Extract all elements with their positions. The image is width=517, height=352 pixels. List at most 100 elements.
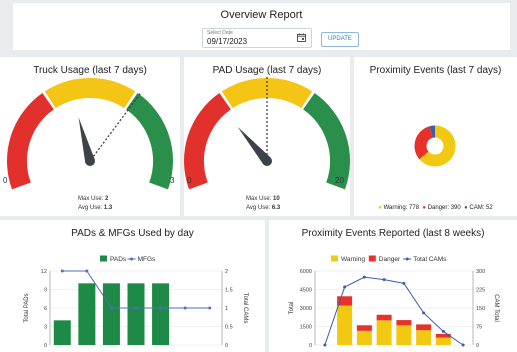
bar-pads — [78, 283, 96, 345]
report-header: Overview Report Select Date 09/17/2023 U… — [13, 3, 510, 50]
bar-pads — [152, 283, 170, 345]
bar-warning — [376, 320, 392, 345]
line-point — [208, 306, 212, 310]
y2-tick-label: 150 — [476, 306, 485, 312]
y2-axis-title: Total CAMs — [242, 293, 248, 324]
proximity-events-donut — [414, 125, 456, 167]
legend-swatch — [368, 255, 376, 262]
proximity-legend: ● Warning: 778 ● Danger: 390 ● CAM: 52 — [354, 205, 517, 211]
legend-label: Total CAMs — [413, 256, 447, 263]
pad-avg-use: Avg Use: 6.3 — [246, 205, 281, 211]
calendar-icon[interactable] — [297, 33, 306, 42]
y-tick-label: 3 — [44, 325, 47, 331]
bar-warning — [356, 330, 372, 345]
legend-swatch — [100, 255, 107, 262]
bar-warning — [416, 330, 432, 345]
y-axis-title: Total — [289, 302, 295, 315]
gauge-segment-2 — [302, 93, 350, 190]
line-point — [343, 285, 347, 289]
truck-avg-use: Avg Use: 1.3 — [78, 205, 113, 211]
line-point — [60, 269, 64, 273]
gauge-needle-hub — [262, 156, 272, 166]
y-tick-label: 1500 — [300, 325, 312, 331]
pad-max-use: Max Use: 10 — [246, 196, 280, 202]
date-field-label: Select Date — [207, 30, 233, 36]
pads-mfgs-chart: 03691200.511.52Total PADsTotal CAMsDaysP… — [24, 255, 248, 349]
y2-tick-label: 1 — [225, 306, 228, 312]
y-tick-label: 0 — [309, 343, 312, 349]
pad-gauge-max-label: 20 — [335, 176, 344, 185]
date-field-value[interactable]: 09/17/2023 — [207, 37, 247, 46]
line-point — [159, 306, 163, 310]
line-point — [402, 281, 406, 285]
bar-danger — [396, 320, 412, 326]
legend-swatch — [331, 255, 338, 262]
y-tick-label: 6000 — [300, 269, 312, 275]
gauge-needle-hub — [85, 156, 95, 166]
truck-usage-gauge — [7, 78, 173, 190]
y2-tick-label: 0.5 — [225, 325, 233, 331]
bar-danger — [356, 325, 372, 331]
gauge-segment-2 — [125, 93, 173, 190]
line-point — [362, 275, 366, 279]
truck-gauge-min-label: 0 — [3, 176, 8, 185]
y-tick-label: 6 — [44, 306, 47, 312]
bar-pads — [127, 283, 145, 345]
y2-tick-label: 225 — [476, 288, 485, 294]
bar-warning — [435, 337, 451, 345]
y-tick-label: 3000 — [300, 306, 312, 312]
pad-usage-gauge — [184, 76, 350, 190]
y2-tick-label: 0 — [476, 343, 479, 349]
y2-tick-label: 2 — [225, 269, 228, 275]
legend-label: Warning — [341, 256, 365, 263]
bar-pads — [53, 320, 71, 345]
truck-usage-card: Truck Usage (last 7 days) 0 3 Max Use: 2… — [0, 57, 180, 216]
pad-usage-card: PAD Usage (last 7 days) 0 20 Max Use: 10… — [184, 57, 350, 216]
y2-tick-label: 75 — [476, 325, 482, 331]
line-point — [85, 269, 89, 273]
bar-warning — [396, 325, 412, 345]
line-point — [134, 306, 138, 310]
line-point — [422, 311, 426, 315]
line-point — [441, 329, 445, 333]
line-point — [461, 343, 465, 347]
update-button[interactable]: UPDATE — [321, 32, 359, 47]
bar-danger — [416, 324, 432, 331]
donut-slice-2 — [429, 125, 436, 138]
gauge-needle — [78, 117, 95, 163]
donut-slice-1 — [414, 126, 434, 160]
y2-tick-label: 300 — [476, 269, 485, 275]
y2-axis-title: CAM Total — [493, 294, 499, 322]
line-point — [183, 306, 187, 310]
gauge-segment-1 — [44, 78, 136, 109]
y-tick-label: 4500 — [300, 288, 312, 294]
weekly-events-card: Proximity Events Reported (last 8 weeks)… — [269, 220, 517, 352]
proximity-events-card: Proximity Events (last 7 days) ● Warning… — [354, 57, 517, 216]
weekly-events-chart: 0 1500 3000 4500 6000 0 75 150 225 300 Total CAM To… — [289, 255, 499, 349]
y-tick-label: 0 — [44, 343, 47, 349]
legend-label: Danger — [379, 256, 401, 263]
y-tick-label: 9 — [44, 288, 47, 294]
bar-pads — [102, 283, 120, 345]
y2-tick-label: 0 — [225, 343, 228, 349]
line-point — [109, 306, 113, 310]
date-field[interactable]: Select Date 09/17/2023 — [202, 28, 312, 48]
legend-swatch-dot — [405, 257, 409, 261]
y-axis-title: Total PADs — [24, 293, 30, 322]
gauge-segment-0 — [184, 93, 232, 190]
legend-swatch-dot — [130, 257, 134, 261]
bar-warning — [337, 305, 353, 345]
legend-warning: ● Warning: 778 — [378, 205, 420, 211]
page-title: Overview Report — [220, 9, 303, 21]
truck-max-use: Max Use: 2 — [78, 196, 109, 202]
legend-label: PADs — [110, 256, 127, 263]
bar-danger — [376, 314, 392, 321]
truck-gauge-max-label: 3 — [170, 176, 175, 185]
line-point — [382, 278, 386, 282]
legend-cam: ● CAM: 52 — [464, 205, 493, 211]
pad-gauge-min-label: 0 — [187, 176, 192, 185]
pads-mfgs-card: PADs & MFGs Used by day 0 3 6 9 12 0 0.5 1 1.5 2 T… — [0, 220, 265, 352]
legend-label: MFGs — [138, 256, 156, 263]
legend-danger: ● Danger: 390 — [422, 205, 461, 211]
line-point — [323, 343, 327, 347]
